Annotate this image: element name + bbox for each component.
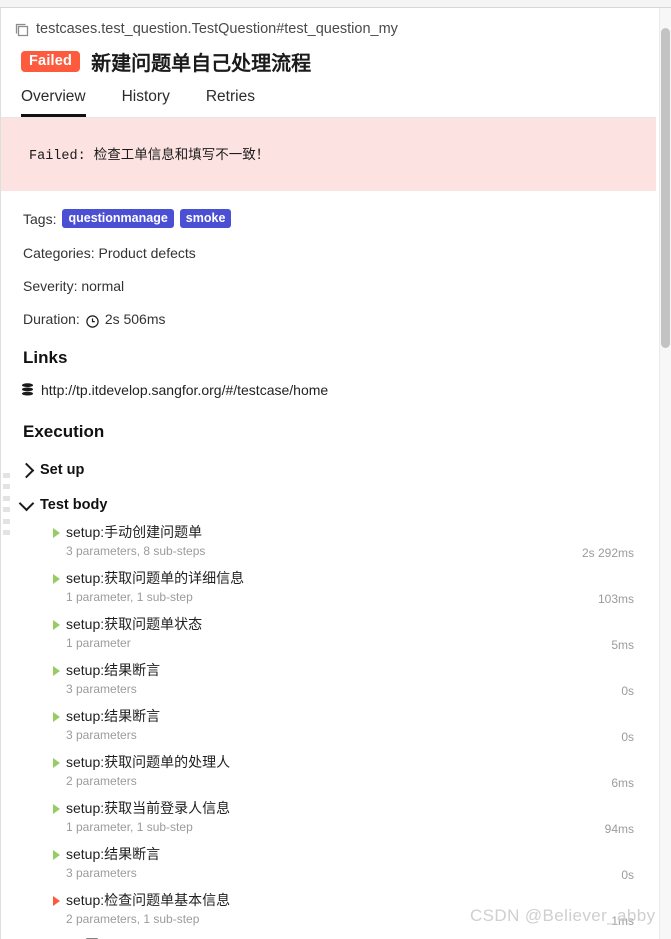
step-row[interactable]: setup:结果断言 3 parameters 0s [39, 657, 656, 703]
page-title: 新建问题单自己处理流程 [91, 53, 312, 75]
step-subtitle: 3 parameters [66, 728, 137, 742]
step-row[interactable]: setup:结果断言 3 parameters 0s [39, 841, 656, 887]
step-row[interactable]: setup:获取问题单的详细信息 1 parameter, 1 sub-step… [39, 565, 656, 611]
exec-group-setup-label: Set up [40, 462, 85, 478]
step-subtitle: 3 parameters [66, 682, 137, 696]
step-status-chevron-icon [53, 758, 60, 768]
database-icon [21, 383, 34, 397]
attachment-row[interactable]: log 4.8 KB [39, 933, 656, 939]
step-name: setup:获取问题单的详细信息 [66, 570, 245, 586]
step-status-chevron-icon [53, 620, 60, 630]
categories-row: Categories: Product defects [23, 245, 196, 261]
clock-icon [86, 314, 99, 328]
step-list: setup:手动创建问题单 3 parameters, 8 sub-steps … [21, 519, 656, 939]
exec-group-test-body-label: Test body [40, 497, 108, 513]
breadcrumb-text: testcases.test_question.TestQuestion#tes… [36, 21, 398, 37]
tab-bar: Overview History Retries [1, 76, 656, 118]
tags-label: Tags: [23, 210, 57, 227]
step-duration: 5ms [611, 638, 634, 652]
step-subtitle: 1 parameter, 1 sub-step [66, 820, 193, 834]
duration-value: 2s 506ms [104, 311, 166, 327]
step-row-failed[interactable]: setup:检查问题单基本信息 2 parameters, 1 sub-step… [39, 887, 656, 933]
exec-group-test-body-header[interactable]: Test body [18, 491, 656, 519]
step-status-chevron-icon [53, 850, 60, 860]
step-name: setup:获取问题单状态 [66, 616, 203, 632]
tab-history[interactable]: History [122, 88, 170, 117]
meta-section: Tags: questionmanage smoke Categories: P… [1, 191, 656, 328]
step-duration: 0s [621, 684, 634, 698]
step-duration: 103ms [597, 592, 634, 606]
link-url[interactable]: http://tp.itdevelop.sangfor.org/#/testca… [41, 382, 328, 398]
tag-smoke[interactable]: smoke [179, 209, 232, 228]
step-name: setup:获取问题单的处理人 [66, 754, 231, 770]
links-section-title: Links [23, 348, 68, 367]
title-row: Failed 新建问题单自己处理流程 [1, 37, 656, 76]
step-status-chevron-icon [53, 666, 60, 676]
page-top-strip [0, 0, 671, 8]
step-name: setup:结果断言 [66, 708, 161, 724]
severity-row: Severity: normal [23, 278, 125, 294]
chevron-right-icon [18, 462, 35, 478]
step-status-chevron-icon [53, 896, 60, 906]
step-status-chevron-icon [53, 574, 60, 584]
test-detail-panel: testcases.test_question.TestQuestion#tes… [0, 8, 671, 939]
step-subtitle: 1 parameter, 1 sub-step [66, 590, 193, 604]
chevron-down-icon [18, 495, 35, 511]
step-name: setup:检查问题单基本信息 [66, 892, 231, 908]
step-row[interactable]: setup:手动创建问题单 3 parameters, 8 sub-steps … [39, 519, 656, 565]
step-duration: 2s 292ms [581, 546, 634, 560]
step-subtitle: 3 parameters [66, 866, 137, 880]
step-duration: 94ms [604, 822, 634, 836]
tab-overview[interactable]: Overview [21, 88, 86, 117]
step-duration: 6ms [611, 776, 634, 790]
duration-label: Duration: [23, 311, 80, 327]
exec-group-setup: Set up [1, 456, 656, 484]
step-subtitle: 2 parameters, 1 sub-step [66, 912, 200, 926]
step-duration: 1ms [611, 914, 634, 928]
step-status-chevron-icon [53, 712, 60, 722]
exec-group-setup-header[interactable]: Set up [18, 456, 656, 484]
tab-retries[interactable]: Retries [206, 88, 255, 117]
step-row[interactable]: setup:获取问题单的处理人 2 parameters 6ms [39, 749, 656, 795]
step-row[interactable]: setup:结果断言 3 parameters 0s [39, 703, 656, 749]
scrollbar-thumb[interactable] [661, 28, 670, 348]
duration-row: Duration: 2s 506ms [23, 311, 656, 328]
exec-group-test-body: Test body setup:手动创建问题单 3 parameters, 8 … [1, 491, 656, 939]
step-name: setup:结果断言 [66, 846, 161, 862]
step-subtitle: 3 parameters, 8 sub-steps [66, 544, 206, 558]
step-name: setup:手动创建问题单 [66, 524, 203, 540]
step-subtitle: 1 parameter [66, 636, 131, 650]
tag-questionmanage[interactable]: questionmanage [62, 209, 174, 228]
error-message-banner: Failed: 检查工单信息和填写不一致！ [1, 118, 656, 191]
vertical-scrollbar[interactable] [659, 8, 671, 939]
link-row[interactable]: http://tp.itdevelop.sangfor.org/#/testca… [1, 382, 656, 398]
step-name: setup:获取当前登录人信息 [66, 800, 231, 816]
step-duration: 0s [621, 730, 634, 744]
step-status-chevron-icon [53, 528, 60, 538]
step-row[interactable]: setup:获取当前登录人信息 1 parameter, 1 sub-step … [39, 795, 656, 841]
breadcrumb: testcases.test_question.TestQuestion#tes… [1, 8, 656, 37]
step-name: setup:结果断言 [66, 662, 161, 678]
tags-row: Tags: questionmanage smoke [23, 209, 656, 228]
step-status-chevron-icon [53, 804, 60, 814]
status-badge: Failed [21, 51, 81, 72]
step-row[interactable]: setup:获取问题单状态 1 parameter 5ms [39, 611, 656, 657]
step-duration: 0s [621, 868, 634, 882]
copy-icon[interactable] [15, 23, 29, 37]
panel-content: testcases.test_question.TestQuestion#tes… [1, 8, 656, 939]
execution-section-title: Execution [23, 422, 105, 441]
step-subtitle: 2 parameters [66, 774, 137, 788]
